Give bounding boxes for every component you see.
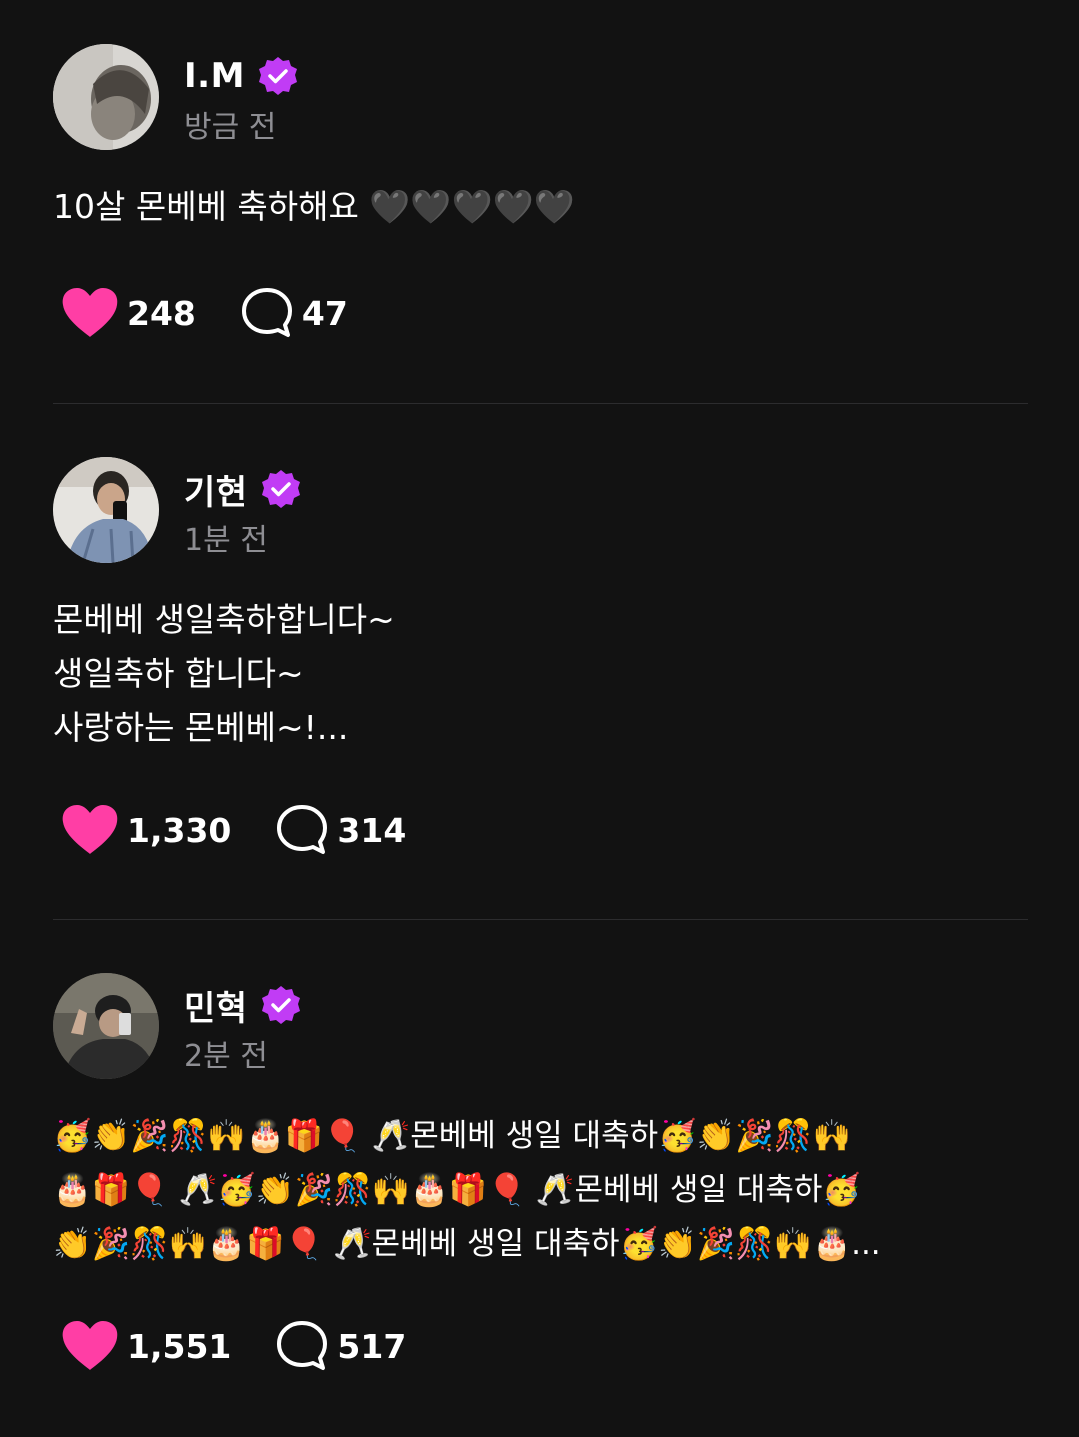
post-time: 1분 전: [184, 523, 268, 558]
comment-button[interactable]: 517: [275, 1319, 406, 1373]
post-text-line: 생일축하 합니다~: [53, 654, 304, 693]
threads-feed: I.M 방금 전 10살 몬베베 축하해요 🖤🖤🖤🖤🖤 248 47 기현 1분…: [0, 0, 1079, 1437]
post-text-line: 사랑하는 몬베베~!...: [53, 708, 349, 747]
verified-badge-icon: [257, 55, 299, 97]
comment-bubble-icon: [277, 1321, 328, 1370]
post-minhyuk[interactable]: 민혁 2분 전 🥳👏🎉🎊🙌🎂🎁🎈 🥂몬베베 생일 대축하🥳👏🎉🎊🙌 🎂🎁🎈 🥂🥳…: [53, 973, 1028, 1393]
comment-bubble-icon: [241, 288, 292, 337]
comment-count: 314: [337, 810, 407, 850]
comment-button[interactable]: 47: [240, 286, 348, 340]
post-text[interactable]: 10살 몬베베 축하해요 🖤🖤🖤🖤🖤: [53, 180, 575, 234]
post-text-line: 🥳👏🎉🎊🙌🎂🎁🎈 🥂몬베베 생일 대축하🥳👏🎉🎊🙌: [53, 1118, 852, 1154]
comment-count: 517: [337, 1326, 407, 1366]
heart-icon: [62, 1321, 118, 1370]
post-divider: [53, 403, 1028, 404]
post-time: 2분 전: [184, 1039, 268, 1074]
post-text-line: 몬베베 생일축하합니다~: [53, 600, 395, 639]
post-text-line: 🎂🎁🎈 🥂🥳👏🎉🎊🙌🎂🎁🎈 🥂몬베베 생일 대축하🥳: [53, 1172, 861, 1208]
comment-count: 47: [301, 293, 348, 333]
author-name[interactable]: I.M: [184, 56, 245, 96]
heart-icon: [62, 288, 118, 337]
post-im[interactable]: I.M 방금 전 10살 몬베베 축하해요 🖤🖤🖤🖤🖤 248 47: [53, 44, 1028, 344]
heart-icon: [62, 805, 118, 854]
verified-badge-icon: [260, 468, 302, 510]
post-divider: [53, 919, 1028, 920]
like-button[interactable]: 1,551: [61, 1320, 231, 1372]
post-actions: 1,551 517: [61, 1318, 406, 1374]
like-count: 1,330: [127, 810, 232, 850]
post-text-line: 10살 몬베베 축하해요 🖤🖤🖤🖤🖤: [53, 187, 575, 226]
post-time: 방금 전: [184, 110, 277, 145]
post-text[interactable]: 몬베베 생일축하합니다~ 생일축하 합니다~ 사랑하는 몬베베~!...: [53, 593, 395, 755]
comment-bubble-icon: [277, 805, 328, 854]
like-count: 1,551: [127, 1326, 232, 1366]
verified-badge-icon: [260, 984, 302, 1026]
post-text[interactable]: 🥳👏🎉🎊🙌🎂🎁🎈 🥂몬베베 생일 대축하🥳👏🎉🎊🙌 🎂🎁🎈 🥂🥳👏🎉🎊🙌🎂🎁🎈 …: [53, 1109, 881, 1271]
post-actions: 248 47: [61, 285, 348, 341]
comment-button[interactable]: 314: [275, 803, 406, 857]
author-name[interactable]: 기현: [184, 465, 248, 514]
avatar[interactable]: [53, 457, 159, 563]
avatar[interactable]: [53, 44, 159, 150]
post-kihyun[interactable]: 기현 1분 전 몬베베 생일축하합니다~ 생일축하 합니다~ 사랑하는 몬베베~…: [53, 457, 1028, 867]
post-actions: 1,330 314: [61, 802, 406, 858]
avatar[interactable]: [53, 973, 159, 1079]
like-count: 248: [127, 293, 196, 333]
author-name[interactable]: 민혁: [184, 981, 248, 1030]
post-text-line: 👏🎉🎊🙌🎂🎁🎈 🥂몬베베 생일 대축하🥳👏🎉🎊🙌🎂...: [53, 1226, 881, 1262]
like-button[interactable]: 1,330: [61, 804, 231, 856]
like-button[interactable]: 248: [61, 287, 196, 339]
